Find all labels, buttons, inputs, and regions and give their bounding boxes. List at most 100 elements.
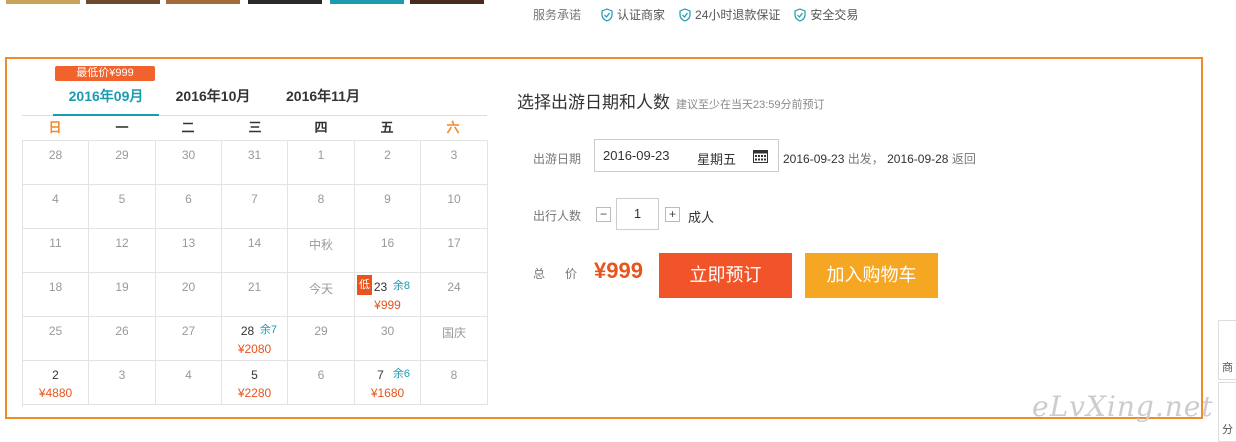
weekday-header: 日 一 二 三 四 五 六 <box>22 116 487 140</box>
thumbnail[interactable] <box>6 0 80 4</box>
calendar-day-cell[interactable]: 23 低余8 ¥999 <box>355 273 421 317</box>
day-number: 1 <box>317 148 325 162</box>
calendar-day-cell: 1 <box>288 141 355 185</box>
calendar-day-cell: 8 <box>421 361 488 405</box>
increase-quantity-button[interactable]: + <box>665 207 680 222</box>
day-number: 17 <box>447 236 461 250</box>
day-number: 2 <box>384 148 391 162</box>
thumbnail[interactable] <box>410 0 484 4</box>
decrease-quantity-button[interactable]: − <box>596 207 611 222</box>
weekday-label: 四 <box>314 120 328 135</box>
calendar-icon[interactable] <box>753 149 768 163</box>
day-number: 19 <box>115 280 129 294</box>
thumbnail[interactable] <box>166 0 240 4</box>
booking-title-text: 选择出游日期和人数 <box>517 93 670 112</box>
book-now-button[interactable]: 立即预订 <box>659 253 792 298</box>
calendar-day-cell: 19 <box>89 273 156 317</box>
calendar-day-cell: 4 <box>156 361 222 405</box>
day-number: 18 <box>48 280 63 294</box>
calendar-day-cell: 20 <box>156 273 222 317</box>
calendar-day-cell: 中秋 <box>288 229 355 273</box>
calendar-day-cell: 14 <box>222 229 288 273</box>
thumbnail[interactable] <box>248 0 322 4</box>
day-number: 13 <box>181 236 196 250</box>
shield-check-icon <box>794 7 806 22</box>
month-tabs: 2016年09月 2016年10月 2016年11月 <box>22 86 487 116</box>
tab-month-2016-10[interactable]: 2016年10月 <box>162 86 264 114</box>
day-number: 3 <box>450 148 458 162</box>
day-number: 5 <box>118 192 126 206</box>
calendar-day-cell: 4 <box>23 185 89 229</box>
day-number: 6 <box>185 192 192 206</box>
day-number: 12 <box>115 236 129 250</box>
thumbnail[interactable] <box>86 0 160 4</box>
tab-month-2016-09[interactable]: 2016年09月 <box>53 86 159 116</box>
depart-date: 2016-09-23 <box>783 152 845 166</box>
return-date: 2016-09-28 <box>887 152 949 166</box>
thumbnail-selected[interactable] <box>330 0 404 4</box>
side-tab-share[interactable]: 分 <box>1218 382 1236 442</box>
day-price: ¥2080 <box>237 342 272 356</box>
calendar-day-cell: 25 <box>23 317 89 361</box>
calendar-day-cell[interactable]: 2 ¥4880 <box>23 361 89 405</box>
weekday-value: 星期五 <box>697 152 737 167</box>
day-number: 7 <box>251 192 258 206</box>
calendar-day-cell: 11 <box>23 229 89 273</box>
calendar-day-cell[interactable]: 7 余6 ¥1680 <box>355 361 421 405</box>
promise-item: 24小时退款保证 <box>679 6 780 23</box>
lowest-price-badge: 最低价¥999 <box>55 66 155 81</box>
shield-check-icon <box>601 7 613 22</box>
total-label: 总价 <box>533 267 598 281</box>
day-number: 9 <box>384 192 391 206</box>
add-to-cart-button[interactable]: 加入购物车 <box>805 253 938 298</box>
day-price: ¥1680 <box>370 386 405 400</box>
booking-title: 选择出游日期和人数 建议至少在当天23:59分前预订 <box>517 88 825 113</box>
calendar-day-cell: 18 <box>23 273 89 317</box>
side-tab-label: 分 <box>1222 424 1233 436</box>
promise-item-label: 安全交易 <box>810 8 859 22</box>
calendar-day-cell: 16 <box>355 229 421 273</box>
calendar-day-cell: 29 <box>288 317 355 361</box>
date-picker-field[interactable]: 2016-09-23 星期五 <box>594 139 779 172</box>
tab-month-2016-11[interactable]: 2016年11月 <box>272 86 374 114</box>
day-number: 16 <box>380 236 395 250</box>
calendar-day-cell: 10 <box>421 185 488 229</box>
calendar-day-cell: 21 <box>222 273 288 317</box>
calendar-day-cell: 3 <box>89 361 156 405</box>
day-price: ¥2280 <box>237 386 272 400</box>
day-number: 8 <box>317 192 325 206</box>
calendar-day-cell: 26 <box>89 317 156 361</box>
remaining-count: 余6 <box>392 368 410 380</box>
lowest-price-tag: 低 <box>357 275 372 295</box>
calendar-day-cell: 8 <box>288 185 355 229</box>
booking-hint: 建议至少在当天23:59分前预订 <box>676 99 825 111</box>
calendar-day-cell: 17 <box>421 229 488 273</box>
day-number: 28 <box>48 148 63 162</box>
remaining-count: 余7 <box>259 324 277 336</box>
weekday-label: 五 <box>380 120 394 135</box>
promise-item-label: 24小时退款保证 <box>695 8 781 22</box>
service-promise: 服务承诺 认证商家 24小时退款保证 安全交易 <box>533 6 872 23</box>
calendar-day-cell: 30 <box>156 141 222 185</box>
quantity-input[interactable]: 1 <box>616 198 659 230</box>
day-number: 中秋 <box>308 238 333 252</box>
calendar-day-cell[interactable]: 5 ¥2280 <box>222 361 288 405</box>
weekday-label: 六 <box>446 120 460 135</box>
calendar-day-cell: 7 <box>222 185 288 229</box>
day-number: 国庆 <box>441 326 466 340</box>
trip-date-summary: 2016-09-23 出发， 2016-09-28 返回 <box>783 150 976 167</box>
side-tab-shop[interactable]: 商 <box>1218 320 1236 380</box>
calendar-day-cell: 12 <box>89 229 156 273</box>
promise-item: 认证商家 <box>601 6 665 23</box>
calendar-day-cell[interactable]: 28 余7 ¥2080 <box>222 317 288 361</box>
calendar-day-cell: 9 <box>355 185 421 229</box>
day-number: 3 <box>118 368 126 382</box>
watermark: eLvXing.net <box>1032 390 1214 423</box>
day-price: ¥999 <box>374 298 401 312</box>
depart-text: 出发， <box>847 152 884 166</box>
day-price: ¥4880 <box>38 386 73 400</box>
calendar-day-cell: 5 <box>89 185 156 229</box>
day-number: 4 <box>185 368 192 382</box>
side-tab-label: 商 <box>1222 362 1233 374</box>
day-number: 30 <box>380 324 395 338</box>
